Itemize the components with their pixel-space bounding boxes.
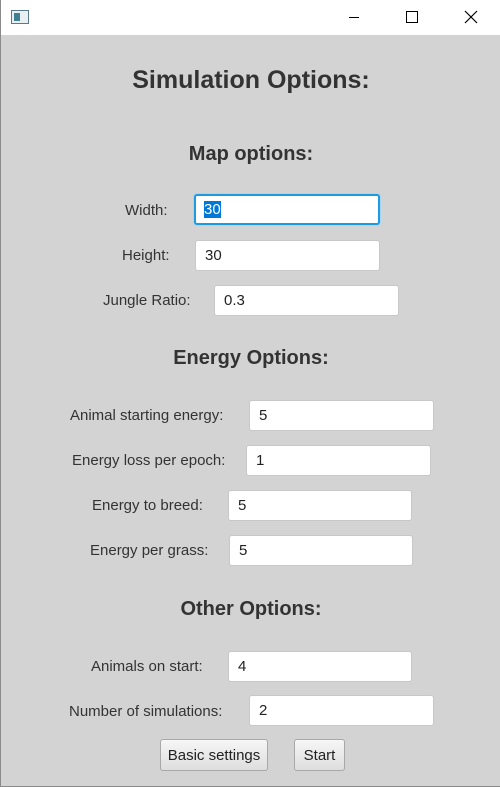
energy-loss-input[interactable] [246,445,431,476]
animals-on-start-input[interactable] [228,651,412,682]
title-bar [1,0,500,35]
num-simulations-label: Number of simulations: [69,703,223,720]
close-button[interactable] [447,0,493,35]
energy-per-grass-input[interactable] [229,535,413,566]
starting-energy-input[interactable] [249,400,434,431]
starting-energy-label: Animal starting energy: [70,407,224,424]
jungle-ratio-input[interactable] [214,285,399,316]
energy-per-grass-label: Energy per grass: [90,542,209,559]
maximize-icon [406,11,418,23]
energy-loss-label: Energy loss per epoch: [72,452,226,469]
num-simulations-input[interactable] [249,695,434,726]
energy-options-heading: Energy Options: [173,347,329,369]
animals-on-start-label: Animals on start: [91,658,203,675]
height-label: Height: [122,247,170,264]
width-input[interactable] [194,194,380,225]
width-label: Width: [125,202,168,219]
page-title: Simulation Options: [132,66,370,94]
app-window: Simulation Options: Map options: Width: … [0,0,500,787]
java-app-icon [11,10,29,24]
map-options-heading: Map options: [188,143,314,165]
height-input[interactable] [195,240,380,271]
minimize-icon [349,17,359,18]
start-button[interactable]: Start [294,739,345,771]
options-panel: Simulation Options: Map options: Width: … [2,35,500,786]
minimize-button[interactable] [331,0,377,35]
energy-to-breed-label: Energy to breed: [92,497,203,514]
basic-settings-button[interactable]: Basic settings [160,739,268,771]
maximize-button[interactable] [389,0,435,35]
close-icon [464,10,478,24]
other-options-heading: Other Options: [180,598,322,620]
jungle-ratio-label: Jungle Ratio: [103,292,191,309]
energy-to-breed-input[interactable] [228,490,412,521]
